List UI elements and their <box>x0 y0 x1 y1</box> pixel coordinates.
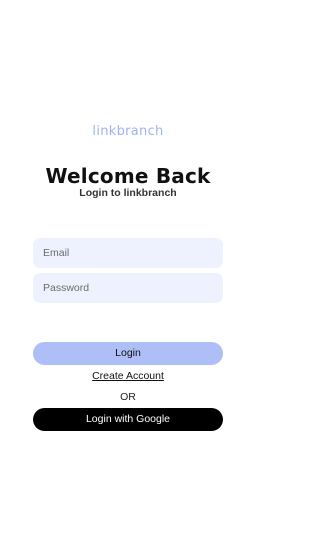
page-title: Welcome Back <box>45 164 211 188</box>
login-screen: linkbranch Welcome Back Login to linkbra… <box>0 0 256 555</box>
brand-logo: linkbranch <box>92 124 164 139</box>
password-field[interactable] <box>33 273 223 303</box>
or-divider-text: OR <box>120 391 136 403</box>
login-button[interactable]: Login <box>33 342 223 365</box>
page-subtitle: Login to linkbranch <box>79 187 177 199</box>
create-account-link[interactable]: Create Account <box>0 370 256 382</box>
email-field[interactable] <box>33 238 223 268</box>
google-login-button[interactable]: Login with Google <box>33 408 223 431</box>
